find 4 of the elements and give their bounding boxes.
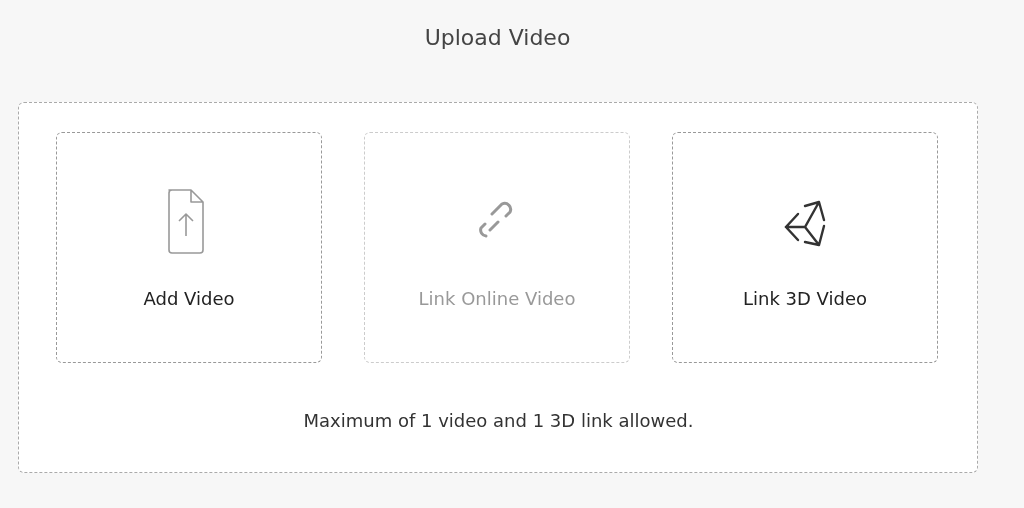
option-tile[interactable]: Add Video: [56, 132, 322, 363]
option-tile[interactable]: Link 3D Video: [672, 132, 938, 363]
limit-note: Maximum of 1 video and 1 3D link allowed.: [303, 410, 694, 431]
page-title: Upload Video: [424, 27, 571, 49]
